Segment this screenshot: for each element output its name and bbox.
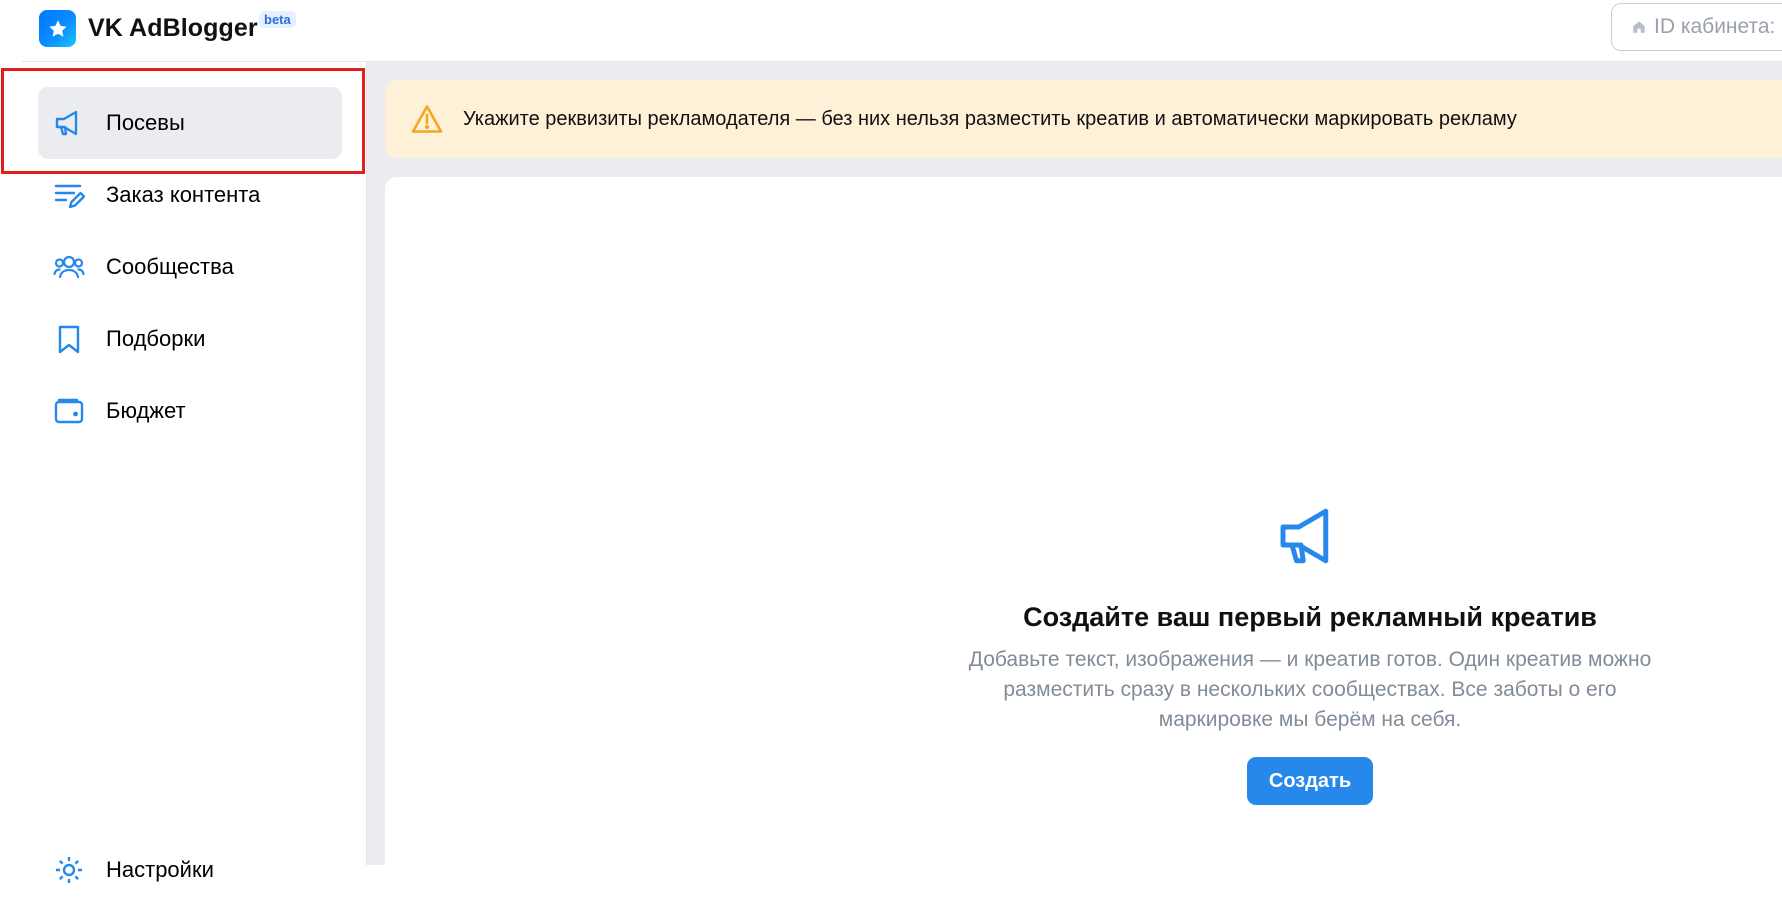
- users-icon: [52, 250, 86, 284]
- sidebar-item-posevy[interactable]: Посевы: [38, 87, 342, 159]
- sidebar-item-content-order[interactable]: Заказ контента: [38, 159, 342, 231]
- sidebar-item-label: Сообщества: [106, 254, 234, 279]
- sidebar-item-label: Заказ контента: [106, 182, 261, 207]
- beta-badge: beta: [259, 11, 296, 28]
- banner-text: Укажите реквизиты рекламодателя — без ни…: [463, 107, 1517, 130]
- sidebar-item-label: Посевы: [106, 110, 185, 135]
- top-header: VK AdBlogger beta ID кабинета:: [0, 0, 1782, 62]
- empty-state-description: Добавьте текст, изображения — и креатив …: [968, 648, 1652, 731]
- logo[interactable]: VK AdBlogger beta: [39, 10, 296, 47]
- warning-icon: [411, 105, 443, 133]
- sidebar-item-budget[interactable]: Бюджет: [38, 375, 342, 447]
- megaphone-icon: [52, 106, 86, 140]
- home-icon: [1633, 21, 1645, 33]
- sidebar-item-label: Подборки: [106, 326, 206, 351]
- megaphone-icon: [1280, 508, 1329, 564]
- advertiser-details-banner[interactable]: Укажите реквизиты рекламодателя — без ни…: [385, 80, 1782, 158]
- bookmark-icon: [52, 322, 86, 356]
- create-button[interactable]: Создать: [1247, 757, 1373, 805]
- app-title: VK AdBlogger: [88, 14, 258, 42]
- sidebar-item-label: Настройки: [106, 857, 214, 882]
- cabinet-id-placeholder: ID кабинета:: [1654, 15, 1776, 38]
- vk-adblogger-logo-icon: [39, 10, 76, 47]
- list-edit-icon: [52, 178, 86, 212]
- wallet-icon: [52, 394, 86, 428]
- sidebar-item-settings[interactable]: Настройки: [38, 834, 342, 906]
- sidebar-item-collections[interactable]: Подборки: [38, 303, 342, 375]
- sidebar-item-communities[interactable]: Сообщества: [38, 231, 342, 303]
- cabinet-id-field[interactable]: ID кабинета:: [1611, 3, 1782, 51]
- gear-icon: [52, 853, 86, 887]
- empty-state: Создайте ваш первый рекламный креатив До…: [920, 500, 1700, 805]
- empty-state-title: Создайте ваш первый рекламный креатив: [1023, 602, 1597, 632]
- sidebar-item-label: Бюджет: [106, 398, 186, 423]
